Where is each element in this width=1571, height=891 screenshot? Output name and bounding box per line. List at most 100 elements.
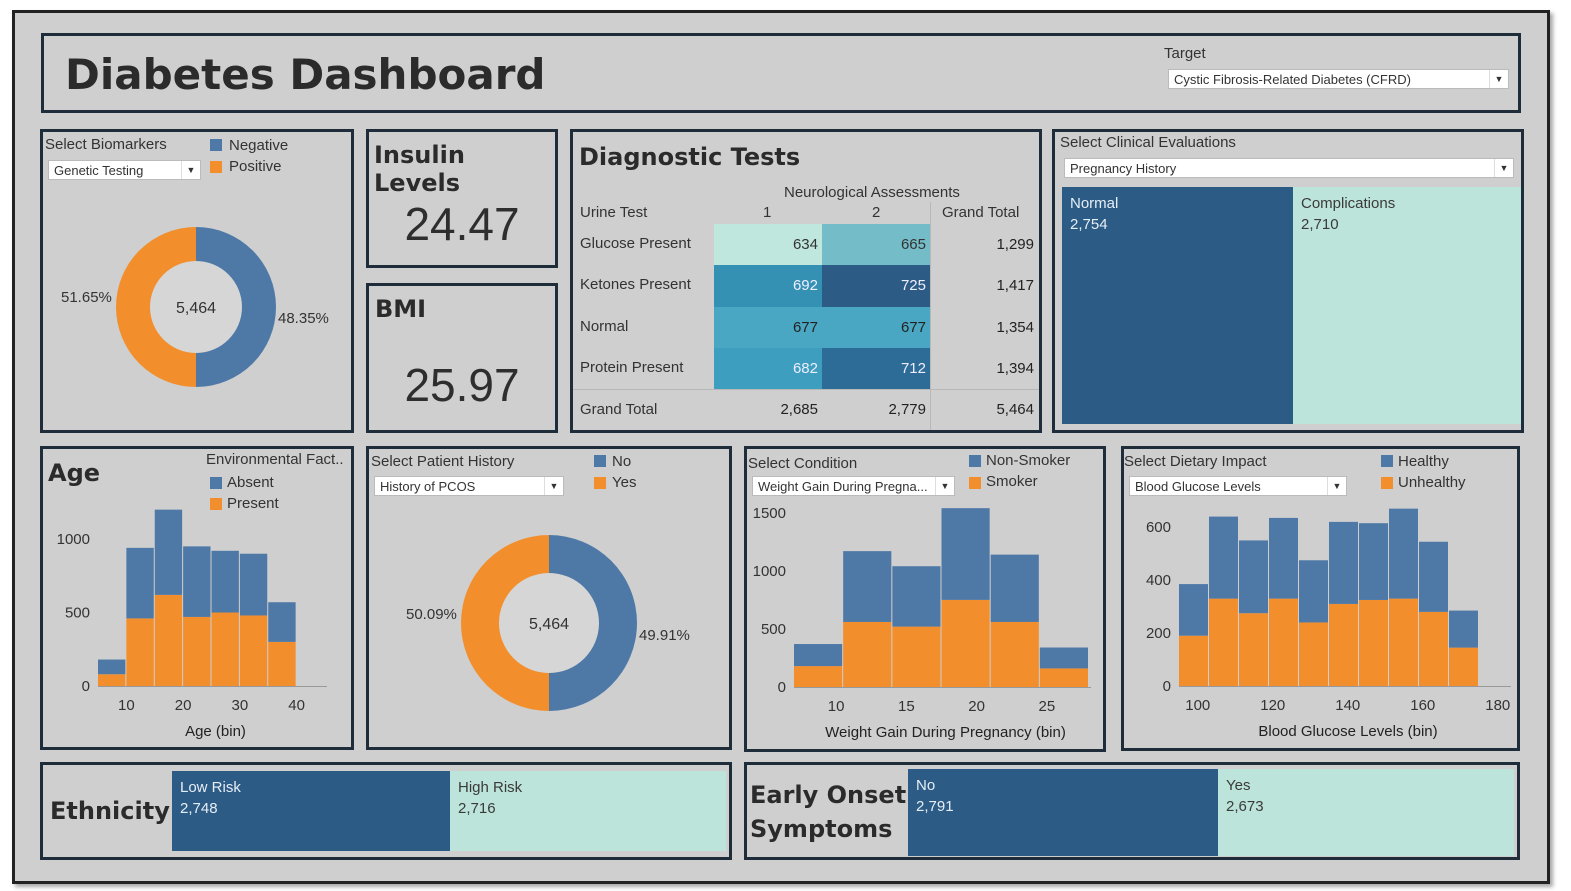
cell-ketones-1[interactable]: 692 [714,265,822,307]
page-title: Diabetes Dashboard [65,50,546,99]
treemap-onset-yes[interactable]: Yes 2,673 [1218,769,1514,856]
bar-segment-blue[interactable] [1359,523,1388,600]
bar-segment-blue[interactable] [154,509,183,595]
bar-segment-orange[interactable] [1299,622,1328,686]
bar-segment-orange[interactable] [239,615,268,686]
bar-segment-orange[interactable] [154,594,183,686]
bar-segment-blue[interactable] [794,644,843,667]
treemap-onset-no[interactable]: No 2,791 [908,769,1218,856]
cell-glucose-2[interactable]: 665 [822,224,930,265]
bar-segment-orange[interactable] [1179,635,1208,686]
cell-normal-1[interactable]: 677 [714,307,822,348]
treemap-high-risk[interactable]: High Risk 2,716 [450,771,726,851]
bar-segment-blue[interactable] [1389,508,1418,599]
bar-segment-blue[interactable] [1239,540,1268,614]
early-onset-title-line2: Symptoms [750,815,893,843]
bar-segment-blue[interactable] [843,551,892,622]
bar-segment-blue[interactable] [990,554,1039,622]
bar-segment-blue[interactable] [268,602,296,642]
bar-segment-blue[interactable] [1179,584,1208,636]
treemap-complications[interactable]: Complications 2,710 [1293,187,1521,424]
treemap-low-risk[interactable]: Low Risk 2,748 [172,771,450,851]
pct-negative-label: 48.35% [278,310,329,327]
grand-total-1: 2,685 [780,401,818,418]
bar-segment-orange[interactable] [1209,598,1238,686]
bar-segment-orange[interactable] [1239,613,1268,686]
cell-protein-1[interactable]: 682 [714,348,822,389]
ethnicity-title: Ethnicity [50,797,170,825]
row-label-glucose: Glucose Present [580,235,691,252]
bar-segment-orange[interactable] [98,674,126,686]
treemap-onset-no-value: 2,791 [916,798,954,815]
pct-no-label: 49.91% [639,627,690,644]
bar-segment-orange[interactable] [268,641,296,686]
y-tick-label: 600 [1146,519,1171,536]
bar-segment-blue[interactable] [1209,516,1238,599]
cell-glucose-total: 1,299 [996,236,1034,253]
bar-segment-orange[interactable] [1389,598,1418,686]
x-axis-title: Age (bin) [185,723,246,740]
treemap-low-risk-label: Low Risk [180,779,241,796]
x-tick-label: 120 [1260,697,1285,714]
treemap-onset-yes-value: 2,673 [1226,798,1264,815]
treemap-onset-yes-label: Yes [1226,777,1251,794]
bar-segment-blue[interactable] [183,546,211,617]
treemap-low-risk-value: 2,748 [180,800,218,817]
bar-segment-orange[interactable] [1329,603,1358,686]
pct-yes-label: 50.09% [406,606,457,623]
bar-segment-blue[interactable] [211,550,239,613]
patient-history-donut: 5,464 50.09% 49.91% [406,535,690,711]
age-histogram: 0 500 1000 10 20 30 40 Age (bin) [57,509,327,740]
bar-segment-blue[interactable] [941,508,990,600]
bar-segment-blue[interactable] [1039,647,1088,669]
pct-positive-label: 51.65% [61,289,112,306]
bar-segment-blue[interactable] [98,659,126,675]
x-axis-title: Blood Glucose Levels (bin) [1258,723,1437,740]
cell-protein-total: 1,394 [996,360,1034,377]
donut-total: 5,464 [529,616,569,633]
grand-total-2: 2,779 [888,401,926,418]
bar-segment-blue[interactable] [126,547,154,619]
bar-segment-blue[interactable] [1329,521,1358,604]
cell-normal-2[interactable]: 677 [822,307,930,348]
bar-segment-orange[interactable] [126,618,154,686]
cell-normal-total: 1,354 [996,319,1034,336]
row-label-protein: Protein Present [580,359,684,376]
bmi-panel: BMI 25.97 [366,283,558,433]
bar-segment-orange[interactable] [1419,611,1448,686]
bar-segment-orange[interactable] [1359,599,1388,686]
bar-segment-blue[interactable] [239,553,268,616]
y-tick-label: 1000 [753,563,786,580]
bar-segment-orange[interactable] [990,621,1039,687]
cell-protein-2[interactable]: 712 [822,348,930,389]
clinical-dropdown[interactable]: Pregnancy History ▼ [1064,158,1514,178]
cell-glucose-1[interactable]: 634 [714,224,822,265]
condition-panel: Select Condition Weight Gain During Preg… [744,446,1106,752]
bar-segment-blue[interactable] [1269,517,1298,599]
treemap-normal[interactable]: Normal 2,754 [1062,187,1293,424]
col-header-1: 1 [763,204,772,221]
treemap-high-risk-value: 2,716 [458,800,496,817]
bar-segment-orange[interactable] [1039,668,1088,687]
treemap-complications-value: 2,710 [1301,216,1339,233]
bar-segment-orange[interactable] [1269,598,1298,686]
bar-segment-orange[interactable] [794,666,843,687]
bar-segment-blue[interactable] [1299,560,1328,623]
treemap-onset-no-label: No [916,777,936,794]
treemap-normal-label: Normal [1070,195,1119,212]
bar-segment-blue[interactable] [892,566,941,627]
bar-segment-orange[interactable] [211,612,239,686]
treemap-high-risk-label: High Risk [458,779,523,796]
x-tick-label: 20 [968,698,985,715]
bar-segment-orange[interactable] [892,626,941,687]
bar-segment-orange[interactable] [941,599,990,687]
cell-ketones-2[interactable]: 725 [822,265,930,307]
target-dropdown[interactable]: Cystic Fibrosis-Related Diabetes (CFRD) … [1168,69,1509,89]
bar-segment-orange[interactable] [1449,647,1478,686]
bar-segment-blue[interactable] [1419,541,1448,612]
bar-segment-orange[interactable] [183,616,211,686]
row-label-normal: Normal [580,318,629,335]
biomarkers-donut: 5,464 51.65% 48.35% [61,227,329,387]
bar-segment-blue[interactable] [1449,610,1478,648]
bar-segment-orange[interactable] [843,621,892,687]
